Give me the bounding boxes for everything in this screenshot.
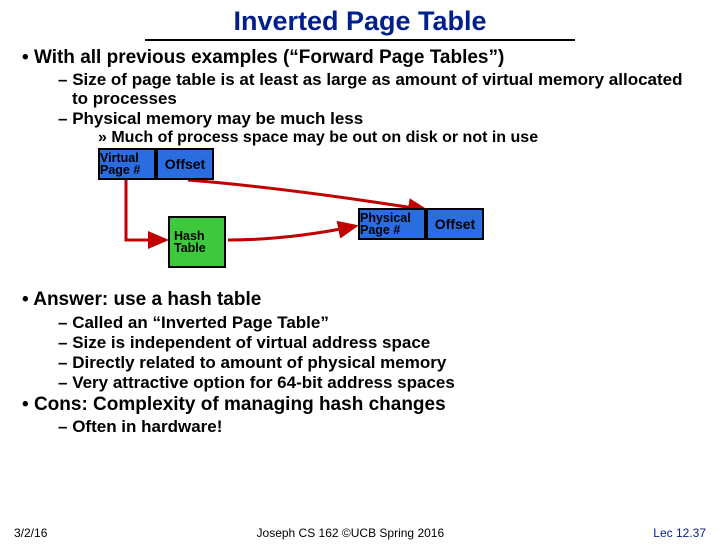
bullet-forward-pt: With all previous examples (“Forward Pag… xyxy=(18,47,702,68)
bullet-related-physmem: Directly related to amount of physical m… xyxy=(58,353,702,372)
bullet-on-disk: Much of process space may be out on disk… xyxy=(98,129,702,147)
bullet-size-large: Size of page table is at least as large … xyxy=(58,70,702,108)
bullet-called-ipt: Called an “Inverted Page Table” xyxy=(58,313,702,332)
bullet-64bit: Very attractive option for 64-bit addres… xyxy=(58,373,702,392)
bullet-hardware: Often in hardware! xyxy=(58,417,702,436)
box-hash-table: Hash Table xyxy=(168,216,226,268)
title-underline xyxy=(145,39,575,41)
footer: 3/2/16 Joseph CS 162 ©UCB Spring 2016 Le… xyxy=(0,526,720,540)
slide-title: Inverted Page Table xyxy=(0,6,720,39)
footer-date: 3/2/16 xyxy=(14,526,47,540)
bullet-physmem-less: Physical memory may be much less xyxy=(58,109,702,128)
bullet-size-independent: Size is independent of virtual address s… xyxy=(58,333,702,352)
bullet-cons: Cons: Complexity of managing hash change… xyxy=(18,394,702,415)
box-virtual-page: Virtual Page # xyxy=(98,148,156,180)
footer-attribution: Joseph CS 162 ©UCB Spring 2016 xyxy=(257,526,445,540)
footer-lecnum: Lec 12.37 xyxy=(653,526,706,540)
bullet-answer-hash: Answer: use a hash table xyxy=(18,289,702,310)
diagram: Virtual Page # Offset Hash Table Physica… xyxy=(78,148,702,283)
box-virtual-offset: Offset xyxy=(156,148,214,180)
box-physical-offset: Offset xyxy=(426,208,484,240)
box-physical-page: Physical Page # xyxy=(358,208,426,240)
slide-body: With all previous examples (“Forward Pag… xyxy=(0,47,720,436)
